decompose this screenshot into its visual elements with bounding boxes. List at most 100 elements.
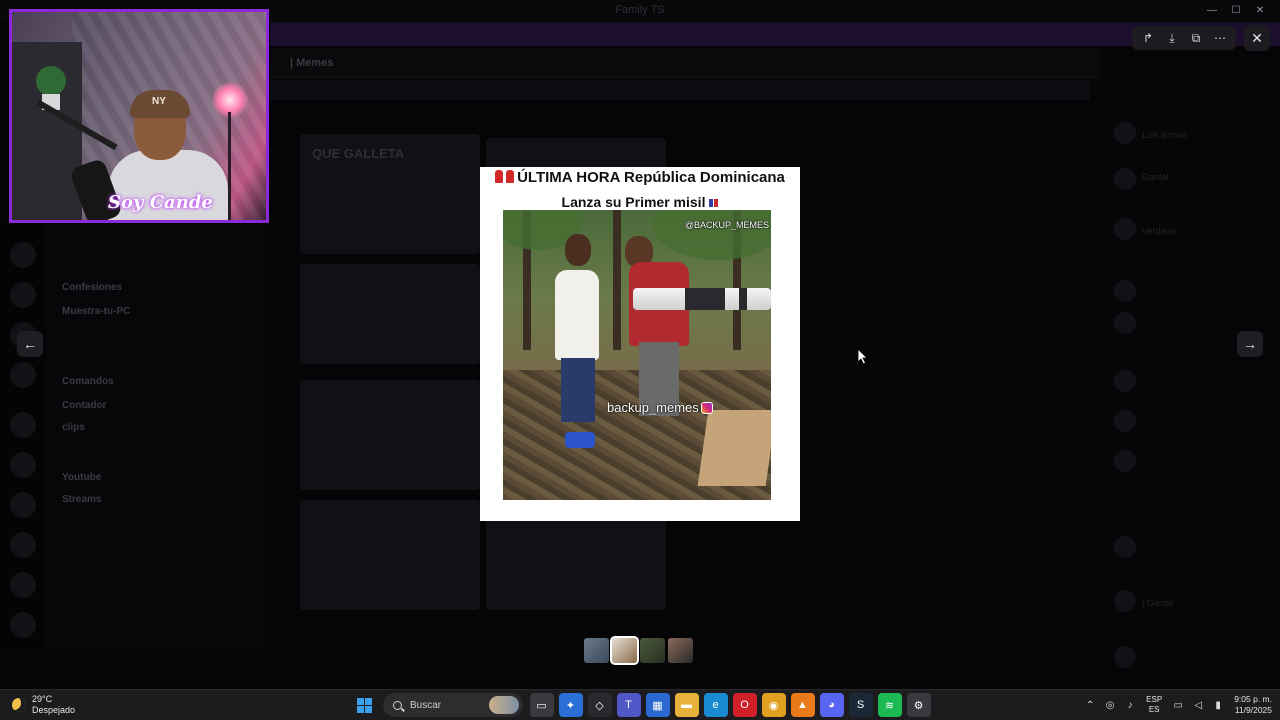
store-icon[interactable]: ▦: [645, 693, 670, 717]
server-icon[interactable]: [10, 242, 36, 268]
display-icon[interactable]: ▭: [1168, 693, 1188, 717]
maximize-button[interactable]: ☐: [1224, 3, 1248, 19]
server-icon[interactable]: [10, 572, 36, 598]
background-channel-header: | Memes: [270, 48, 1100, 78]
weather-widget[interactable]: 29°C Despejado: [12, 694, 75, 716]
weather-description: Despejado: [32, 705, 76, 715]
background-banner: [270, 22, 1280, 46]
watermark-text: backup_memes: [607, 400, 699, 415]
system-tray: ⌃ ◎ ♪ ESP ES ▭ ◁ ▮ 9:05 p. m. 11/9/2025: [1080, 693, 1272, 717]
chrome-icon[interactable]: ◉: [761, 693, 786, 717]
window-close-button[interactable]: ✕: [1248, 3, 1272, 19]
channel-item[interactable]: Comandos: [62, 376, 114, 387]
battery-icon[interactable]: ▮: [1208, 693, 1228, 717]
webcam-plant: [36, 66, 66, 96]
avatar[interactable]: [1114, 370, 1136, 392]
discord-icon[interactable]: ◕: [819, 693, 844, 717]
channel-name: | Memes: [290, 57, 334, 69]
member-name[interactable]: Gantal: [1142, 172, 1169, 182]
app-icon[interactable]: ◇: [587, 693, 612, 717]
app-settings-icon[interactable]: ⚙: [906, 693, 931, 717]
download-icon[interactable]: ⤓: [1160, 26, 1184, 50]
server-icon[interactable]: [10, 362, 36, 388]
screen: Family TS — ☐ ✕ | Memes Confesiones Mues…: [0, 0, 1280, 720]
server-icon[interactable]: [10, 452, 36, 478]
channel-item[interactable]: Contador: [62, 400, 106, 411]
chat-media[interactable]: [300, 500, 480, 610]
server-icon[interactable]: [10, 612, 36, 638]
language-indicator[interactable]: ESP ES: [1146, 695, 1162, 715]
avatar[interactable]: [1114, 312, 1136, 334]
channel-item[interactable]: Confesiones: [62, 282, 122, 293]
forward-icon[interactable]: ↱: [1136, 26, 1160, 50]
server-icon[interactable]: [10, 412, 36, 438]
minimize-button[interactable]: —: [1200, 3, 1224, 19]
member-name[interactable]: Luis Brown: [1142, 130, 1187, 140]
avatar[interactable]: [1114, 590, 1136, 612]
weather-text: 29°C Despejado: [32, 694, 75, 716]
thumbnail-strip: [584, 636, 696, 665]
thumbnail[interactable]: [584, 638, 609, 663]
server-icon[interactable]: [10, 492, 36, 518]
steam-icon[interactable]: S: [848, 693, 873, 717]
member-name[interactable]: | Gantal: [1142, 598, 1173, 608]
avatar[interactable]: [1114, 450, 1136, 472]
thumbnail[interactable]: [668, 638, 693, 663]
channel-item[interactable]: Streams: [62, 494, 101, 505]
avatar[interactable]: [1114, 122, 1136, 144]
avatar[interactable]: [1114, 168, 1136, 190]
avatar[interactable]: [1114, 280, 1136, 302]
clock-time: 9:05 p. m.: [1234, 694, 1272, 704]
edge-icon[interactable]: e: [703, 693, 728, 717]
teams-icon[interactable]: T: [616, 693, 641, 717]
server-icon[interactable]: [10, 282, 36, 308]
task-view-icon[interactable]: ▭: [529, 693, 554, 717]
webcam-overlay: NY Soy Cande: [9, 9, 269, 223]
member-name[interactable]: Verdana: [1142, 226, 1176, 236]
meme-headline: ÚLTIMA HORA República Dominicana: [480, 169, 800, 186]
copilot-icon[interactable]: ✦: [558, 693, 583, 717]
chat-media[interactable]: [300, 380, 480, 490]
alarm-icon: [495, 170, 504, 183]
channel-item[interactable]: Youtube: [62, 472, 101, 483]
dominican-flag-icon: [709, 199, 719, 208]
taskbar-search[interactable]: Buscar: [383, 693, 523, 717]
person-white-shirt: [555, 270, 599, 360]
spotify-icon[interactable]: ≋: [877, 693, 902, 717]
meme-subheadline: Lanza su Primer misil: [480, 194, 800, 210]
file-explorer-icon[interactable]: ▬: [674, 693, 699, 717]
opera-icon[interactable]: O: [732, 693, 757, 717]
clock[interactable]: 9:05 p. m. 11/9/2025: [1234, 694, 1272, 716]
thumbnail[interactable]: [640, 638, 665, 663]
thumbnail-active[interactable]: [610, 636, 639, 665]
avatar[interactable]: [1114, 218, 1136, 240]
channel-item[interactable]: Muestra-tu-PC: [62, 306, 130, 317]
tree-trunk: [613, 210, 621, 350]
vlc-icon[interactable]: ▲: [790, 693, 815, 717]
volume-icon[interactable]: ◁: [1188, 693, 1208, 717]
windows-logo-icon: [357, 697, 372, 713]
more-icon[interactable]: ⋯: [1208, 26, 1232, 50]
chat-media[interactable]: [300, 264, 480, 364]
network-icon[interactable]: ◎: [1100, 693, 1120, 717]
next-media-button[interactable]: →: [1237, 331, 1263, 357]
open-external-icon[interactable]: ⧉: [1184, 26, 1208, 50]
cap-logo: NY: [152, 96, 166, 107]
watermark-top: @BACKUP_MEMES: [684, 220, 769, 230]
channel-item[interactable]: clips: [62, 422, 85, 433]
avatar[interactable]: [1114, 646, 1136, 668]
media-image[interactable]: ÚLTIMA HORA República Dominicana Lanza s…: [480, 167, 800, 521]
avatar[interactable]: [1114, 410, 1136, 432]
chevron-up-icon[interactable]: ⌃: [1080, 693, 1100, 717]
close-viewer-button[interactable]: ✕: [1244, 25, 1270, 51]
keyboard-layout: ES: [1148, 705, 1160, 714]
server-icon[interactable]: [10, 532, 36, 558]
microphone-icon[interactable]: ♪: [1120, 693, 1140, 717]
start-button[interactable]: [353, 693, 377, 717]
search-icon: [393, 700, 402, 710]
temperature: 29°C: [32, 694, 53, 704]
avatar[interactable]: [1114, 536, 1136, 558]
previous-media-button[interactable]: ←: [17, 331, 43, 357]
language-code: ESP: [1146, 695, 1163, 704]
person-jeans: [561, 358, 595, 422]
